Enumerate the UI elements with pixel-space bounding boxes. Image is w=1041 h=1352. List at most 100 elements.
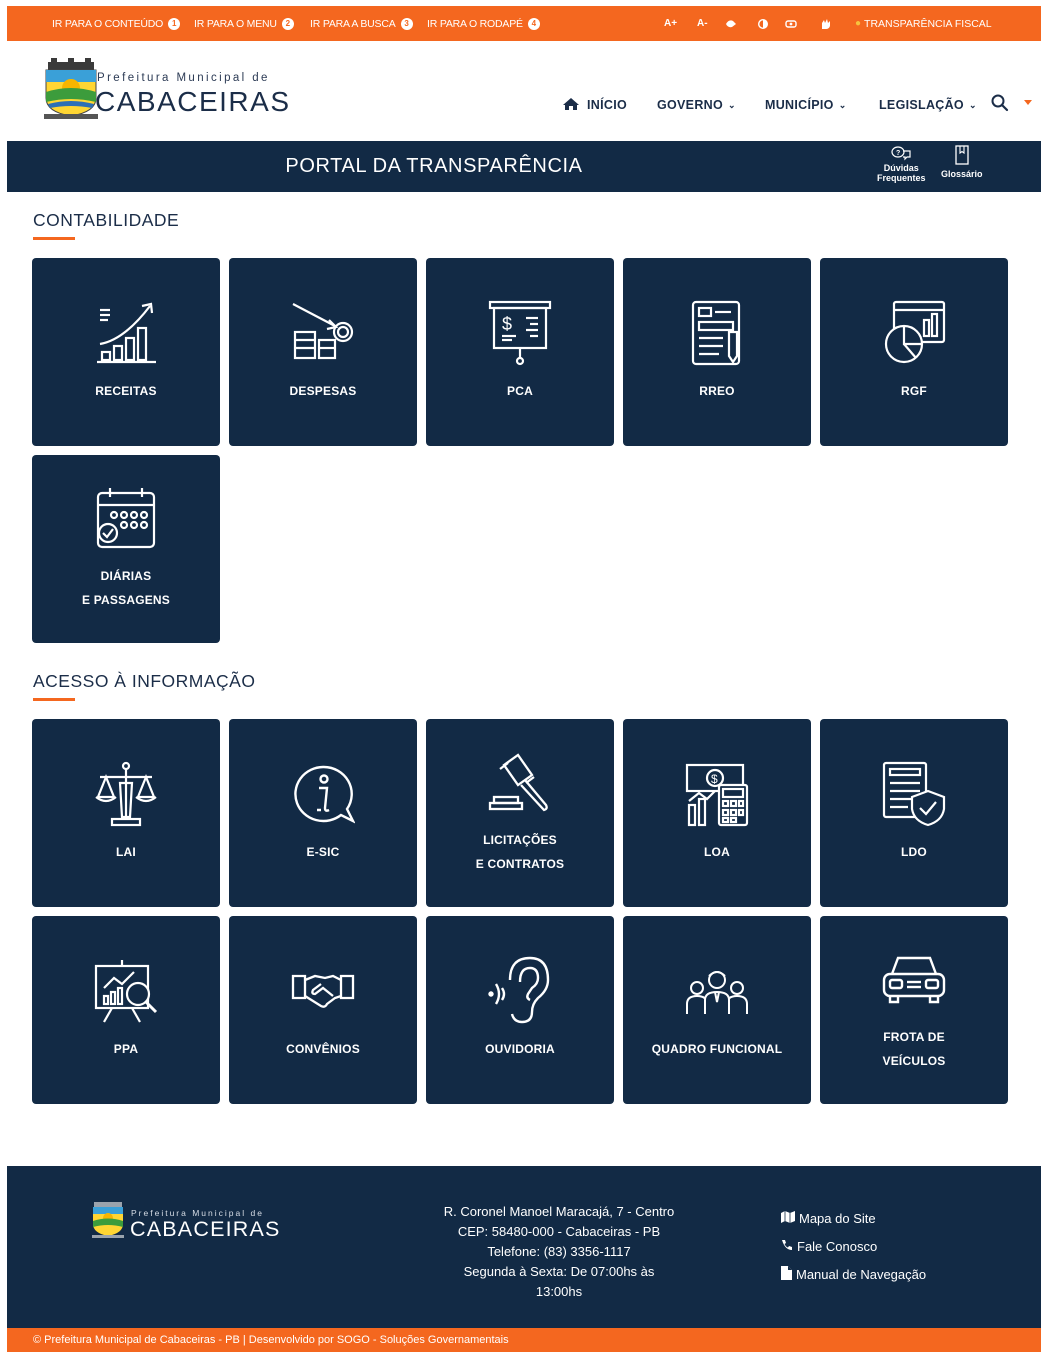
section-title-contabilidade: CONTABILIDADE bbox=[33, 210, 180, 230]
card-diarias-passagens[interactable]: DIÁRIAS E PASSAGENS bbox=[32, 455, 220, 643]
skip-to-search-label: IR PARA A BUSCA bbox=[310, 17, 396, 30]
calendar-check-icon bbox=[94, 487, 158, 551]
document-icon bbox=[781, 1265, 792, 1283]
card-ppa[interactable]: PPA bbox=[32, 916, 220, 1104]
brand-title[interactable]: CABACEIRAS bbox=[95, 86, 291, 118]
glossario-link[interactable]: Glossário bbox=[941, 145, 983, 179]
shortcut-number-badge: 1 bbox=[168, 17, 181, 30]
card-rreo[interactable]: RREO bbox=[623, 258, 811, 446]
card-licitacoes-label-line2: E CONTRATOS bbox=[475, 857, 565, 871]
card-pca[interactable]: $ PCA bbox=[426, 258, 614, 446]
section-title-acesso-informacao: ACESSO À INFORMAÇÃO bbox=[33, 671, 256, 691]
card-diarias-label-line2: E PASSAGENS bbox=[82, 593, 170, 607]
transparencia-fiscal-label: TRANSPARÊNCIA FISCAL bbox=[864, 17, 992, 30]
chevron-down-icon: ⌄ bbox=[728, 99, 736, 110]
card-diarias-label-line1: DIÁRIAS bbox=[100, 569, 152, 583]
footer: Prefeitura Municipal de CABACEIRAS R. Co… bbox=[7, 1166, 1041, 1328]
footer-link-mapa-site[interactable]: Mapa do Site bbox=[781, 1204, 926, 1232]
footer-city-crest-logo bbox=[91, 1200, 125, 1240]
accessibility-bar: IR PARA O CONTEÚDO 1 IR PARA O MENU 2 IR… bbox=[7, 6, 1041, 41]
skip-to-search-link[interactable]: IR PARA A BUSCA 3 bbox=[310, 6, 413, 41]
card-lai[interactable]: LAI bbox=[32, 719, 220, 907]
card-frota-veiculos[interactable]: FROTA DE VEÍCULOS bbox=[820, 916, 1008, 1104]
faq-label-line2: Frequentes bbox=[877, 173, 926, 183]
card-licitacoes-label-line1: LICITAÇÕES bbox=[483, 833, 557, 847]
footer-links: Mapa do Site Fale Conosco Manual de Nave… bbox=[781, 1204, 926, 1288]
footer-link-mapa-label: Mapa do Site bbox=[799, 1210, 876, 1226]
scales-of-justice-icon bbox=[94, 761, 158, 827]
skip-to-content-link[interactable]: IR PARA O CONTEÚDO 1 bbox=[52, 6, 181, 41]
transparencia-fiscal-link[interactable]: ● TRANSPARÊNCIA FISCAL bbox=[855, 6, 992, 41]
footer-hours-line1: Segunda à Sexta: De 07:00hs às bbox=[463, 1264, 655, 1279]
svg-text:$: $ bbox=[502, 314, 512, 334]
card-loa-label: LOA bbox=[704, 845, 730, 859]
nav-municipio-label: MUNICÍPIO bbox=[765, 98, 834, 112]
car-icon bbox=[882, 954, 946, 1004]
analytics-board-icon bbox=[94, 960, 158, 1024]
card-frota-label-line1: FROTA DE bbox=[883, 1030, 945, 1044]
card-ouvidoria[interactable]: OUVIDORIA bbox=[426, 916, 614, 1104]
sign-language-icon[interactable] bbox=[819, 6, 833, 41]
card-receitas-label: RECEITAS bbox=[95, 384, 157, 398]
budget-calculator-icon: $ bbox=[685, 761, 749, 827]
brand-subtitle: Prefeitura Municipal de bbox=[97, 72, 270, 84]
shortcut-number-badge: 4 bbox=[527, 17, 540, 30]
skip-to-footer-link[interactable]: IR PARA O RODAPÉ 4 bbox=[427, 6, 540, 41]
skip-to-menu-link[interactable]: IR PARA O MENU 2 bbox=[194, 6, 294, 41]
nav-governo[interactable]: GOVERNO ⌄ bbox=[657, 96, 736, 114]
faq-icon: ? bbox=[891, 146, 911, 161]
skip-to-content-label: IR PARA O CONTEÚDO bbox=[52, 17, 164, 30]
caret-down-icon[interactable] bbox=[1024, 100, 1032, 105]
nav-legislacao-label: LEGISLAÇÃO bbox=[879, 98, 964, 112]
font-increase-button[interactable]: A+ bbox=[664, 6, 677, 41]
flag-icon: ● bbox=[855, 18, 862, 29]
svg-text:$: $ bbox=[711, 772, 718, 786]
phone-icon bbox=[781, 1239, 793, 1254]
card-rgf-label: RGF bbox=[901, 384, 927, 398]
card-pca-label: PCA bbox=[507, 384, 533, 398]
section-underline bbox=[33, 698, 75, 701]
footer-phone: Telefone: (83) 3356-1117 bbox=[487, 1244, 631, 1259]
home-icon bbox=[562, 97, 580, 114]
search-icon[interactable] bbox=[990, 93, 1010, 113]
contrast-icon[interactable] bbox=[758, 6, 768, 41]
card-loa[interactable]: $ LOA bbox=[623, 719, 811, 907]
font-decrease-button[interactable]: A- bbox=[697, 6, 708, 41]
card-receitas[interactable]: RECEITAS bbox=[32, 258, 220, 446]
skip-to-menu-label: IR PARA O MENU bbox=[194, 17, 277, 30]
nav-legislacao[interactable]: LEGISLAÇÃO ⌄ bbox=[879, 96, 977, 114]
card-ldo-label: LDO bbox=[901, 845, 927, 859]
copyright-text[interactable]: © Prefeitura Municipal de Cabaceiras - P… bbox=[33, 1334, 509, 1346]
card-rgf[interactable]: RGF bbox=[820, 258, 1008, 446]
svg-text:?: ? bbox=[896, 150, 900, 157]
footer-link-fale-conosco[interactable]: Fale Conosco bbox=[781, 1232, 926, 1260]
card-convenios-label: CONVÊNIOS bbox=[286, 1042, 360, 1056]
card-convenios[interactable]: CONVÊNIOS bbox=[229, 916, 417, 1104]
footer-address: R. Coronel Manoel Maracajá, 7 - Centro bbox=[443, 1204, 675, 1219]
faq-link[interactable]: ? Dúvidas Frequentes bbox=[877, 145, 926, 183]
gavel-icon bbox=[488, 753, 552, 815]
footer-cep: CEP: 58480-000 - Cabaceiras - PB bbox=[457, 1224, 661, 1239]
card-licitacoes-contratos[interactable]: LICITAÇÕES E CONTRATOS bbox=[426, 719, 614, 907]
presentation-board-icon: $ bbox=[488, 300, 552, 366]
glossario-label: Glossário bbox=[941, 169, 983, 179]
nav-municipio[interactable]: MUNICÍPIO ⌄ bbox=[765, 96, 847, 114]
nav-inicio-label: INÍCIO bbox=[587, 98, 627, 112]
card-despesas[interactable]: DESPESAS bbox=[229, 258, 417, 446]
staff-team-icon bbox=[685, 968, 749, 1016]
card-ouvidoria-label: OUVIDORIA bbox=[485, 1042, 555, 1056]
footer-brand-title: CABACEIRAS bbox=[130, 1217, 281, 1241]
font-reset-icon[interactable] bbox=[725, 6, 737, 41]
footer-link-manual-navegacao[interactable]: Manual de Navegação bbox=[781, 1260, 926, 1288]
card-frota-label-line2: VEÍCULOS bbox=[882, 1054, 946, 1068]
ear-icon bbox=[488, 954, 552, 1024]
portal-banner: PORTAL DA TRANSPARÊNCIA ? Dúvidas Freque… bbox=[7, 141, 1041, 192]
nav-inicio[interactable]: INÍCIO bbox=[562, 96, 627, 114]
copyright-bar: © Prefeitura Municipal de Cabaceiras - P… bbox=[7, 1328, 1041, 1352]
accessibility-toggle-icon[interactable] bbox=[785, 6, 797, 41]
card-quadro-funcional[interactable]: QUADRO FUNCIONAL bbox=[623, 916, 811, 1104]
city-crest-logo[interactable] bbox=[42, 58, 100, 120]
card-ldo[interactable]: LDO bbox=[820, 719, 1008, 907]
card-esic[interactable]: E-SIC bbox=[229, 719, 417, 907]
chevron-down-icon: ⌄ bbox=[968, 99, 977, 110]
